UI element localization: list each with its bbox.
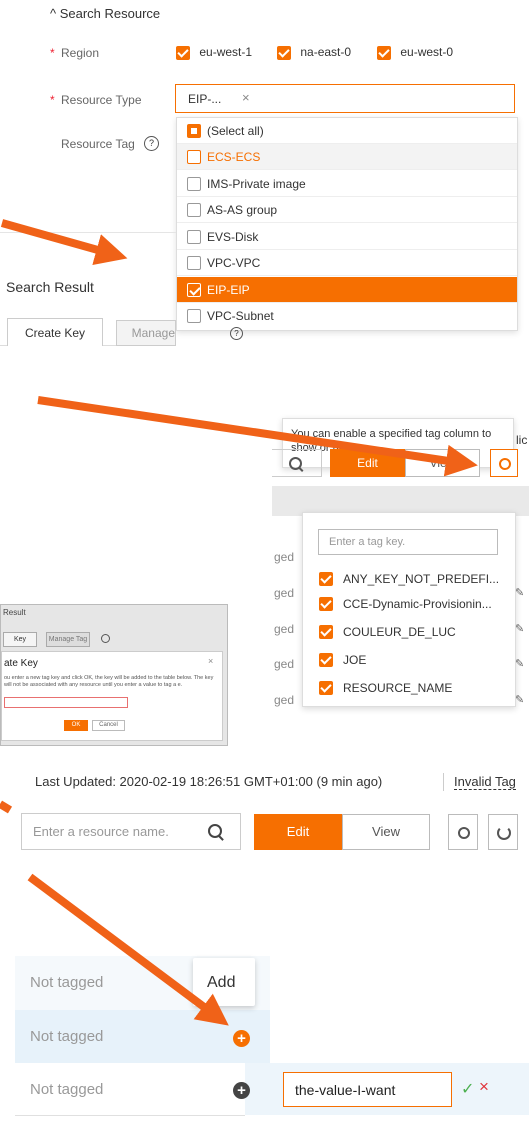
annotation-arrows: [0, 219, 478, 1026]
arrow-to-settings: [37, 396, 478, 477]
arrow-to-add: [27, 873, 229, 1026]
arrow-to-dropdown: [0, 219, 128, 266]
arrow-to-search: [0, 800, 13, 814]
